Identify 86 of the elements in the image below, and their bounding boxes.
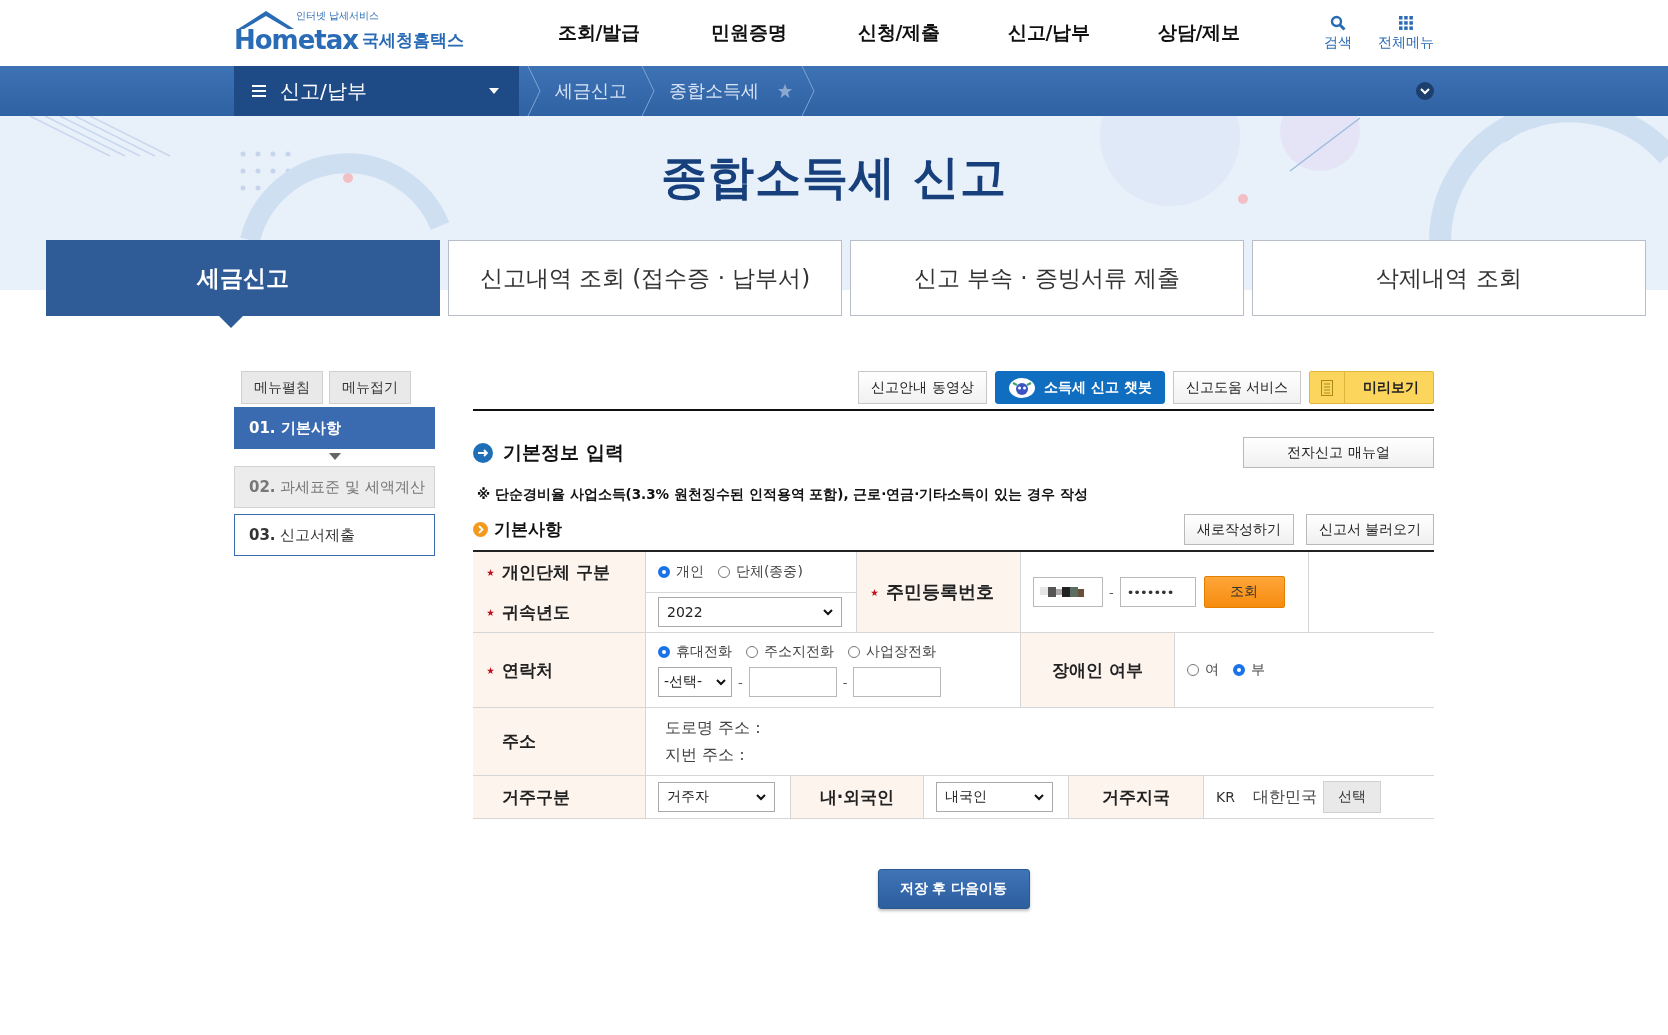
nationality-select[interactable]: 내국인: [936, 782, 1053, 812]
country-code-text: KR: [1216, 789, 1235, 805]
radio-option[interactable]: 개인: [658, 563, 704, 581]
chevron-down-icon: [716, 678, 726, 686]
field-label-cell: 귀속년도: [473, 592, 646, 633]
sidebar-toggle-button[interactable]: 메뉴펼침: [241, 371, 323, 404]
field-label-cell: 거주지국: [1069, 776, 1204, 819]
separator-text: -: [842, 674, 848, 690]
main-menu-item[interactable]: 신청/제출: [824, 20, 974, 46]
chevron-down-icon: [823, 608, 833, 616]
action-button[interactable]: 새로작성하기: [1183, 514, 1294, 545]
address-text: 도로명 주소 :: [665, 717, 761, 739]
main-menu-item[interactable]: 조회/발급: [524, 20, 674, 46]
field-label-cell: 연락처: [473, 633, 646, 708]
notice-text: ※ 단순경비율 사업소득(3.3% 원천징수된 인적용역 포함), 근로·연금·기타소득이 있는 경우 작성: [477, 486, 1089, 504]
radio-option[interactable]: 휴대전화: [658, 643, 732, 661]
tab[interactable]: 신고 부속 · 증빙서류 제출: [850, 240, 1244, 316]
field-label-cell: 내·외국인: [791, 776, 924, 819]
chevron-down-icon: [756, 793, 766, 801]
main-menu-item[interactable]: 상담/제보: [1124, 20, 1274, 46]
page-title: 종합소득세 신고: [661, 150, 1007, 206]
password-field[interactable]: •••••••: [1119, 577, 1196, 607]
tab[interactable]: 세금신고: [46, 240, 440, 316]
main-menu-item[interactable]: 신고/납부: [974, 20, 1124, 46]
step-item[interactable]: 01. 기본사항: [234, 407, 435, 449]
save-next-button[interactable]: 저장 후 다음이동: [877, 869, 1030, 909]
field-label-cell: 장애인 여부: [1021, 633, 1175, 708]
menu-icon: [252, 85, 266, 97]
caret-icon: [489, 88, 499, 94]
radio-option[interactable]: 여: [1187, 661, 1219, 679]
header-tool-link[interactable]: 전체메뉴: [1378, 14, 1434, 52]
logo-wordmark: Hometax: [234, 25, 359, 55]
star-icon[interactable]: [777, 83, 793, 99]
field-label-cell: 주소: [473, 708, 646, 776]
year-select[interactable]: 2022: [658, 597, 842, 627]
search-icon: [1330, 14, 1346, 31]
section-title: 기본정보 입력: [503, 439, 624, 465]
toolbar-button[interactable]: 신고안내 동영상: [858, 371, 987, 404]
phone-input-field[interactable]: [748, 667, 837, 697]
tab[interactable]: 신고내역 조회 (접수증 · 납부서): [448, 240, 842, 316]
sidebar-toggle-button[interactable]: 메뉴접기: [329, 371, 411, 404]
input-field[interactable]: [1033, 577, 1103, 607]
field-label-cell: 거주구분: [473, 776, 646, 819]
hometax-logo[interactable]: 인터넷 납세서비스 Hometax 국세청홈택스: [234, 3, 484, 63]
address-text: 지번 주소 :: [665, 744, 745, 766]
chevron-circle-icon: [473, 522, 488, 537]
logo-subtitle: 국세청홈택스: [362, 29, 465, 52]
main-menu-item[interactable]: 민원증명: [674, 20, 824, 46]
breadcrumb-link[interactable]: 세금신고: [549, 79, 633, 103]
pointer-icon: [219, 316, 243, 328]
phone-input-field[interactable]: [853, 667, 942, 697]
category-dropdown[interactable]: 신고/납부: [234, 66, 519, 116]
grid-icon: [1398, 14, 1414, 31]
radio-option[interactable]: 부: [1233, 661, 1265, 679]
action-button[interactable]: 신고서 불러오기: [1305, 514, 1434, 545]
chevron-down-icon: [1034, 793, 1044, 801]
lookup-button[interactable]: 조회: [1203, 576, 1285, 608]
radio-option[interactable]: 주소지전화: [746, 643, 834, 661]
chevron-separator-icon: [527, 66, 541, 116]
step-item[interactable]: 03. 신고서제출: [234, 514, 435, 556]
chatbot-button[interactable]: 소득세 신고 챗봇: [994, 371, 1165, 404]
chevron-separator-icon: [641, 66, 655, 116]
toolbar-button[interactable]: 신고도움 서비스: [1172, 371, 1301, 404]
document-icon: [1321, 379, 1333, 396]
field-label-cell: 주민등록번호: [857, 552, 1021, 633]
header-tool-link[interactable]: 검색: [1324, 14, 1352, 52]
logo-tagline: 인터넷 납세서비스: [296, 9, 380, 23]
chevron-separator-icon: [801, 66, 815, 116]
subsection-title: 기본사항: [494, 518, 562, 541]
preview-button[interactable]: 미리보기: [1309, 371, 1434, 404]
arrow-circle-icon: [473, 442, 493, 463]
radio-option[interactable]: 단체(종중): [718, 563, 803, 581]
robot-icon: [1007, 376, 1038, 399]
country-name-text: 대한민국: [1252, 786, 1317, 808]
manual-button[interactable]: 전자신고 매뉴얼: [1243, 437, 1434, 468]
separator-text: -: [738, 674, 743, 690]
breadcrumb-link[interactable]: 종합소득세: [663, 79, 765, 103]
field-label-cell: 개인단체 구분: [473, 552, 646, 593]
radio-option[interactable]: 사업장전화: [848, 643, 936, 661]
tab[interactable]: 삭제내역 조회: [1252, 240, 1646, 316]
separator-text: -: [1109, 584, 1114, 600]
select-button[interactable]: 선택: [1322, 781, 1381, 813]
down-arrow-icon: [328, 453, 341, 460]
residence-select[interactable]: 거주자: [658, 782, 775, 812]
area-code-select[interactable]: -선택-: [658, 667, 732, 697]
expand-icon[interactable]: [1416, 82, 1434, 100]
